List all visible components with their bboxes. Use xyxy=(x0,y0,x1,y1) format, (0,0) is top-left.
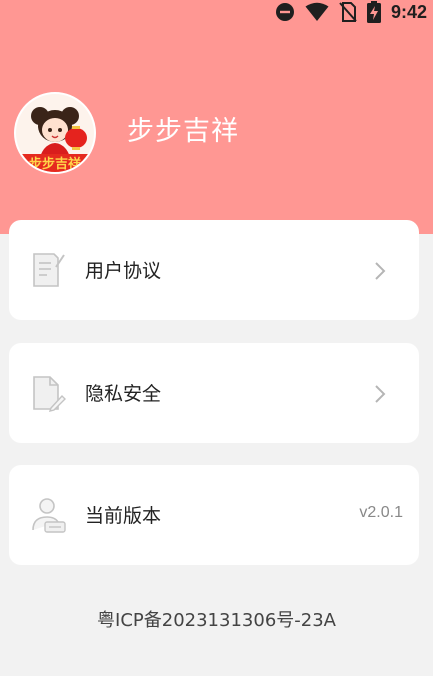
app-name: 步步吉祥 xyxy=(127,116,239,147)
icp-license-text[interactable]: 粤ICP备2023131306号-23A xyxy=(0,606,433,632)
do-not-disturb-icon xyxy=(275,3,294,21)
status-time: 9:42 xyxy=(390,1,427,22)
battery-charging-icon xyxy=(366,1,381,23)
avatar-banner-text: 步步吉祥 xyxy=(29,156,81,172)
user-badge-icon xyxy=(32,498,66,533)
chevron-right-icon xyxy=(375,262,386,280)
user-agreement-label: 用户协议 xyxy=(85,260,162,282)
no-sim-icon xyxy=(339,2,357,22)
document-edit-icon xyxy=(33,253,65,287)
status-bar: 9:42 xyxy=(0,0,433,24)
privacy-security-label: 隐私安全 xyxy=(85,383,162,405)
user-agreement-item[interactable]: 用户协议 xyxy=(9,220,419,320)
current-version-item[interactable]: 当前版本 v2.0.1 xyxy=(9,465,419,565)
current-version-label: 当前版本 xyxy=(85,505,162,527)
wifi-icon xyxy=(305,2,329,21)
file-edit-icon xyxy=(33,376,66,412)
privacy-security-item[interactable]: 隐私安全 xyxy=(9,343,419,443)
avatar[interactable]: 步步吉祥 xyxy=(14,92,96,174)
version-value: v2.0.1 xyxy=(359,504,403,521)
avatar-image: 步步吉祥 xyxy=(16,94,94,172)
chevron-right-icon xyxy=(375,385,386,403)
